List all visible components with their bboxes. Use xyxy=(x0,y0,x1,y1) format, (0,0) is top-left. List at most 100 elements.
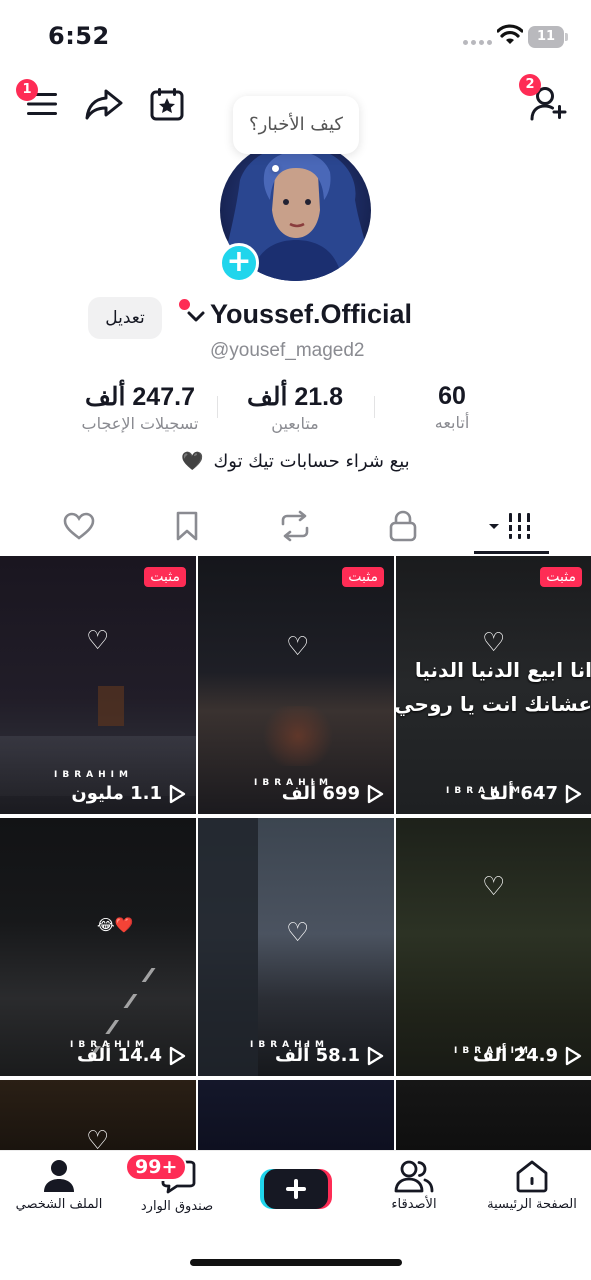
chevron-down-icon[interactable] xyxy=(186,310,206,324)
bio: بيع شراء حسابات تيك توك 🖤 xyxy=(0,451,591,472)
followers-stat[interactable]: 21.8 ألف متابعين xyxy=(230,382,360,433)
calendar-button[interactable] xyxy=(148,85,186,123)
following-label: أتابعه xyxy=(434,413,470,432)
following-stat[interactable]: 60 أتابعه xyxy=(412,382,492,432)
add-friend-badge: 2 xyxy=(519,74,541,96)
play-icon xyxy=(169,1046,186,1065)
view-count: 699 ألف xyxy=(282,783,384,804)
watermark: IBRAHIM xyxy=(54,770,133,780)
profile-icon xyxy=(44,1160,74,1192)
pinned-badge: مثبت xyxy=(540,567,582,587)
view-count-text: 14.4 ألف xyxy=(76,1045,162,1066)
home-indicator xyxy=(190,1259,402,1266)
play-icon xyxy=(565,784,582,803)
nav-inbox-label: صندوق الوارد xyxy=(140,1199,214,1214)
battery-icon: 11 xyxy=(528,26,568,48)
tab-private[interactable] xyxy=(383,508,423,544)
bubble-tail xyxy=(272,165,279,172)
heart-icon: ♡ xyxy=(482,628,506,658)
menu-badge: 1 xyxy=(16,79,38,101)
inbox-badge: 99+ xyxy=(125,1153,188,1181)
video-tile[interactable]: ♡ xyxy=(0,1080,196,1150)
heart-icon: ♡ xyxy=(86,626,110,656)
heart-outline-icon xyxy=(63,512,95,540)
tab-reposts[interactable] xyxy=(275,508,315,544)
view-count: 14.4 ألف xyxy=(77,1045,186,1066)
video-tile[interactable] xyxy=(396,1080,591,1150)
view-count-text: 699 ألف xyxy=(281,783,360,804)
pinned-badge: مثبت xyxy=(144,567,186,587)
nav-home-label: الصفحة الرئيسية xyxy=(487,1197,577,1212)
view-count: 647 ألف xyxy=(480,783,582,804)
view-count: 58.1 ألف xyxy=(275,1045,384,1066)
status-time: 6:52 xyxy=(48,22,110,50)
status-bar: 6:52 11 xyxy=(0,0,591,70)
view-count-text: 24.9 ألف xyxy=(472,1045,558,1066)
bookmark-icon xyxy=(176,511,198,541)
status-bubble[interactable]: كيف الأخبار؟ xyxy=(233,96,359,154)
heart-icon: ♡ xyxy=(86,1126,110,1150)
followers-label: متابعين xyxy=(271,414,319,433)
black-heart-emoji: 🖤 xyxy=(181,451,204,472)
wifi-icon xyxy=(497,24,523,44)
tab-videos[interactable] xyxy=(488,508,536,544)
create-plus-icon xyxy=(260,1169,332,1209)
nav-friends[interactable]: الأصدقاء xyxy=(355,1159,473,1212)
lock-icon xyxy=(389,510,417,542)
video-grid: مثبت ♡ IBRAHIM 1.1 مليون مثبت ♡ IBRAHIM … xyxy=(0,556,591,1150)
nav-friends-label: الأصدقاء xyxy=(391,1197,437,1212)
heart-icon: ♡ xyxy=(286,632,310,662)
nav-home[interactable]: الصفحة الرئيسية xyxy=(473,1159,591,1212)
username: @yousef_maged2 xyxy=(210,340,365,361)
likes-stat[interactable]: 247.7 ألف تسجيلات الإعجاب xyxy=(60,382,220,433)
heart-icon: ♡ xyxy=(286,918,310,948)
bio-text: بيع شراء حسابات تيك توك xyxy=(213,451,410,472)
video-tile[interactable]: مثبت ♡ انا ابيع الدنيا الدنيا عشانك انت … xyxy=(396,556,591,814)
divider xyxy=(217,396,218,418)
overlay-text: عشانك انت يا روحي في ثانية xyxy=(396,692,591,716)
tab-saved[interactable] xyxy=(167,508,207,544)
view-count: 1.1 مليون xyxy=(71,783,186,804)
add-avatar-button[interactable]: + xyxy=(219,243,259,283)
display-name: Youssef.Official xyxy=(210,299,413,329)
play-icon xyxy=(565,1046,582,1065)
play-icon xyxy=(169,784,186,803)
create-button[interactable] xyxy=(260,1167,332,1211)
profile-tabs xyxy=(0,500,591,556)
view-count-text: 1.1 مليون xyxy=(71,783,162,804)
followers-count: 21.8 ألف xyxy=(246,383,344,411)
edit-profile-button[interactable]: تعديل xyxy=(88,297,162,339)
video-tile[interactable]: مثبت ♡ IBRAHIM 699 ألف xyxy=(198,556,394,814)
divider xyxy=(374,396,375,418)
friends-icon xyxy=(394,1160,434,1193)
overlay-text: انا ابيع الدنيا الدنيا xyxy=(414,658,591,682)
following-count: 60 xyxy=(438,382,466,410)
share-button[interactable] xyxy=(84,86,124,122)
home-icon xyxy=(516,1160,548,1193)
heart-icon: ♡ xyxy=(482,872,506,902)
nav-profile-label: الملف الشخصي xyxy=(15,1197,103,1212)
share-icon xyxy=(85,89,123,120)
view-count-text: 58.1 ألف xyxy=(274,1045,360,1066)
signal-icon xyxy=(463,40,492,45)
view-count-text: 647 ألف xyxy=(479,783,558,804)
battery-level: 11 xyxy=(528,26,564,48)
emoji-overlay: 😂❤️ xyxy=(97,916,134,934)
repost-icon xyxy=(281,510,309,542)
play-icon xyxy=(367,1046,384,1065)
view-count: 24.9 ألف xyxy=(473,1045,582,1066)
video-tile[interactable]: ♡ IBRAHIM 24.9 ألف xyxy=(396,818,591,1076)
likes-label: تسجيلات الإعجاب xyxy=(81,414,199,433)
nav-profile[interactable]: الملف الشخصي xyxy=(0,1159,118,1212)
grid-videos-icon xyxy=(489,513,534,539)
video-tile[interactable]: 😂❤️ IBRAHIM 14.4 ألف xyxy=(0,818,196,1076)
play-icon xyxy=(367,784,384,803)
pinned-badge: مثبت xyxy=(342,567,384,587)
tab-liked[interactable] xyxy=(59,508,99,544)
calendar-star-icon xyxy=(150,88,184,121)
video-tile[interactable]: ♡ IBRAHIM 58.1 ألف xyxy=(198,818,394,1076)
likes-count: 247.7 ألف xyxy=(85,383,195,411)
video-tile[interactable]: مثبت ♡ IBRAHIM 1.1 مليون xyxy=(0,556,196,814)
active-tab-indicator xyxy=(474,551,549,554)
video-tile[interactable] xyxy=(198,1080,394,1150)
